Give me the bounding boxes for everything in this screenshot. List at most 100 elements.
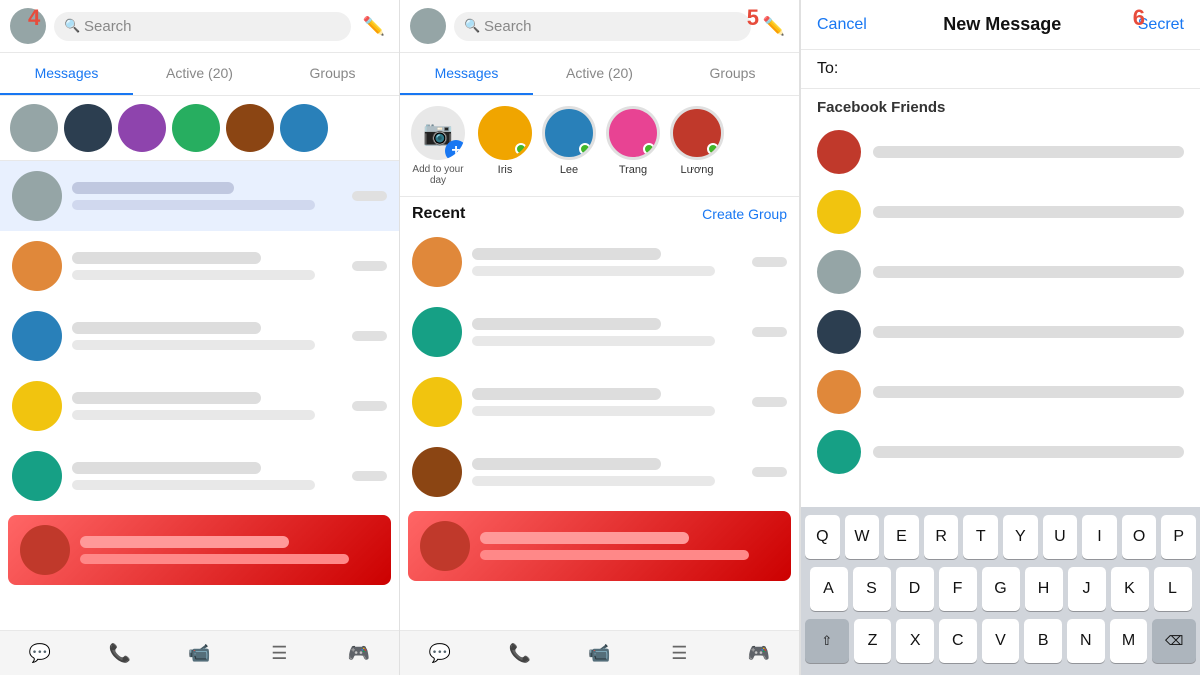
tabs-right: Messages Active (20) Groups: [400, 53, 799, 96]
tab-groups-left[interactable]: Groups: [266, 53, 399, 95]
story-name-trang: Trang: [619, 164, 647, 176]
table-row[interactable]: [408, 511, 791, 581]
table-row[interactable]: [400, 367, 799, 437]
video-bottom-icon-r[interactable]: 📹: [585, 639, 613, 667]
calls-bottom-icon-r[interactable]: 📞: [506, 639, 534, 667]
key-X[interactable]: X: [896, 619, 934, 663]
msg-content: [80, 536, 379, 564]
table-row[interactable]: [400, 437, 799, 507]
key-E[interactable]: E: [884, 515, 919, 559]
games-bottom-icon-r[interactable]: 🎮: [745, 639, 773, 667]
menu-bottom-icon[interactable]: ☰: [265, 639, 293, 667]
key-P[interactable]: P: [1161, 515, 1196, 559]
messages-bottom-icon[interactable]: 💬: [26, 639, 54, 667]
cancel-button[interactable]: Cancel: [817, 16, 867, 34]
key-D[interactable]: D: [896, 567, 934, 611]
contact-avatar-1: [10, 104, 58, 152]
msg-avatar: [412, 237, 462, 287]
table-row[interactable]: [400, 297, 799, 367]
contact-avatar-4: [172, 104, 220, 152]
key-H[interactable]: H: [1025, 567, 1063, 611]
calls-bottom-icon[interactable]: 📞: [106, 639, 134, 667]
list-item[interactable]: [801, 242, 1200, 302]
left-header: 🔍 Search ✏️: [0, 0, 399, 53]
messages-bottom-icon-r[interactable]: 💬: [426, 639, 454, 667]
tab-messages-left[interactable]: Messages: [0, 53, 133, 95]
key-Y[interactable]: Y: [1003, 515, 1038, 559]
key-G[interactable]: G: [982, 567, 1020, 611]
key-W[interactable]: W: [845, 515, 880, 559]
key-L[interactable]: L: [1154, 567, 1192, 611]
msg-avatar: [412, 377, 462, 427]
story-lee[interactable]: Lee: [542, 106, 596, 186]
online-indicator-iris: [515, 143, 527, 155]
tabs-left: Messages Active (20) Groups: [0, 53, 399, 96]
key-B[interactable]: B: [1024, 619, 1062, 663]
key-S[interactable]: S: [853, 567, 891, 611]
list-item[interactable]: [801, 422, 1200, 482]
compose-icon-right[interactable]: ✏️: [759, 11, 789, 41]
search-placeholder-left: Search: [84, 18, 132, 35]
contact-avatar-3: [118, 104, 166, 152]
new-message-panel: 6 Cancel New Message Secret To: Facebook…: [800, 0, 1200, 675]
tab-messages-right[interactable]: Messages: [400, 53, 533, 95]
key-delete[interactable]: ⌫: [1152, 619, 1196, 663]
story-iris[interactable]: Iris: [478, 106, 532, 186]
story-trang[interactable]: Trang: [606, 106, 660, 186]
key-M[interactable]: M: [1110, 619, 1148, 663]
compose-icon-left[interactable]: ✏️: [359, 11, 389, 41]
table-row[interactable]: [0, 441, 399, 511]
friend-name: [873, 446, 1184, 458]
friend-avatar: [817, 370, 861, 414]
contact-avatar-2: [64, 104, 112, 152]
to-input[interactable]: [846, 60, 1184, 78]
msg-name: [80, 536, 289, 548]
msg-preview: [480, 550, 749, 560]
key-C[interactable]: C: [939, 619, 977, 663]
key-Q[interactable]: Q: [805, 515, 840, 559]
table-row[interactable]: [0, 371, 399, 441]
search-bar-left[interactable]: 🔍 Search: [54, 12, 351, 41]
key-R[interactable]: R: [924, 515, 959, 559]
search-bar-right[interactable]: 🔍 Search: [454, 12, 751, 41]
msg-avatar: [12, 311, 62, 361]
key-J[interactable]: J: [1068, 567, 1106, 611]
key-V[interactable]: V: [982, 619, 1020, 663]
story-add[interactable]: 📷 + Add to your day: [408, 106, 468, 186]
step-4-label: 4: [28, 5, 40, 31]
table-row[interactable]: [0, 161, 399, 231]
tab-active-right[interactable]: Active (20): [533, 53, 666, 95]
tab-groups-right[interactable]: Groups: [666, 53, 799, 95]
table-row[interactable]: [8, 515, 391, 585]
key-O[interactable]: O: [1122, 515, 1157, 559]
story-luong[interactable]: Lương: [670, 106, 724, 186]
list-item[interactable]: [801, 182, 1200, 242]
key-shift[interactable]: ⇧: [805, 619, 849, 663]
facebook-friends-label: Facebook Friends: [801, 89, 1200, 122]
msg-content: [472, 248, 742, 276]
list-item[interactable]: [801, 362, 1200, 422]
msg-name: [72, 322, 261, 334]
menu-bottom-icon-r[interactable]: ☰: [665, 639, 693, 667]
video-bottom-icon[interactable]: 📹: [185, 639, 213, 667]
left-panel: 4 🔍 Search ✏️ Messages Active (20) Group…: [0, 0, 400, 675]
list-item[interactable]: [801, 302, 1200, 362]
table-row[interactable]: [400, 227, 799, 297]
msg-content: [472, 458, 742, 486]
tab-active-left[interactable]: Active (20): [133, 53, 266, 95]
key-K[interactable]: K: [1111, 567, 1149, 611]
games-bottom-icon[interactable]: 🎮: [345, 639, 373, 667]
key-F[interactable]: F: [939, 567, 977, 611]
key-T[interactable]: T: [963, 515, 998, 559]
bottom-bar-right: 💬 📞 📹 ☰ 🎮: [400, 630, 799, 675]
key-I[interactable]: I: [1082, 515, 1117, 559]
create-group-button[interactable]: Create Group: [702, 206, 787, 222]
key-A[interactable]: A: [810, 567, 848, 611]
key-Z[interactable]: Z: [854, 619, 892, 663]
table-row[interactable]: [0, 231, 399, 301]
friend-name: [873, 326, 1184, 338]
list-item[interactable]: [801, 122, 1200, 182]
key-U[interactable]: U: [1043, 515, 1078, 559]
table-row[interactable]: [0, 301, 399, 371]
key-N[interactable]: N: [1067, 619, 1105, 663]
